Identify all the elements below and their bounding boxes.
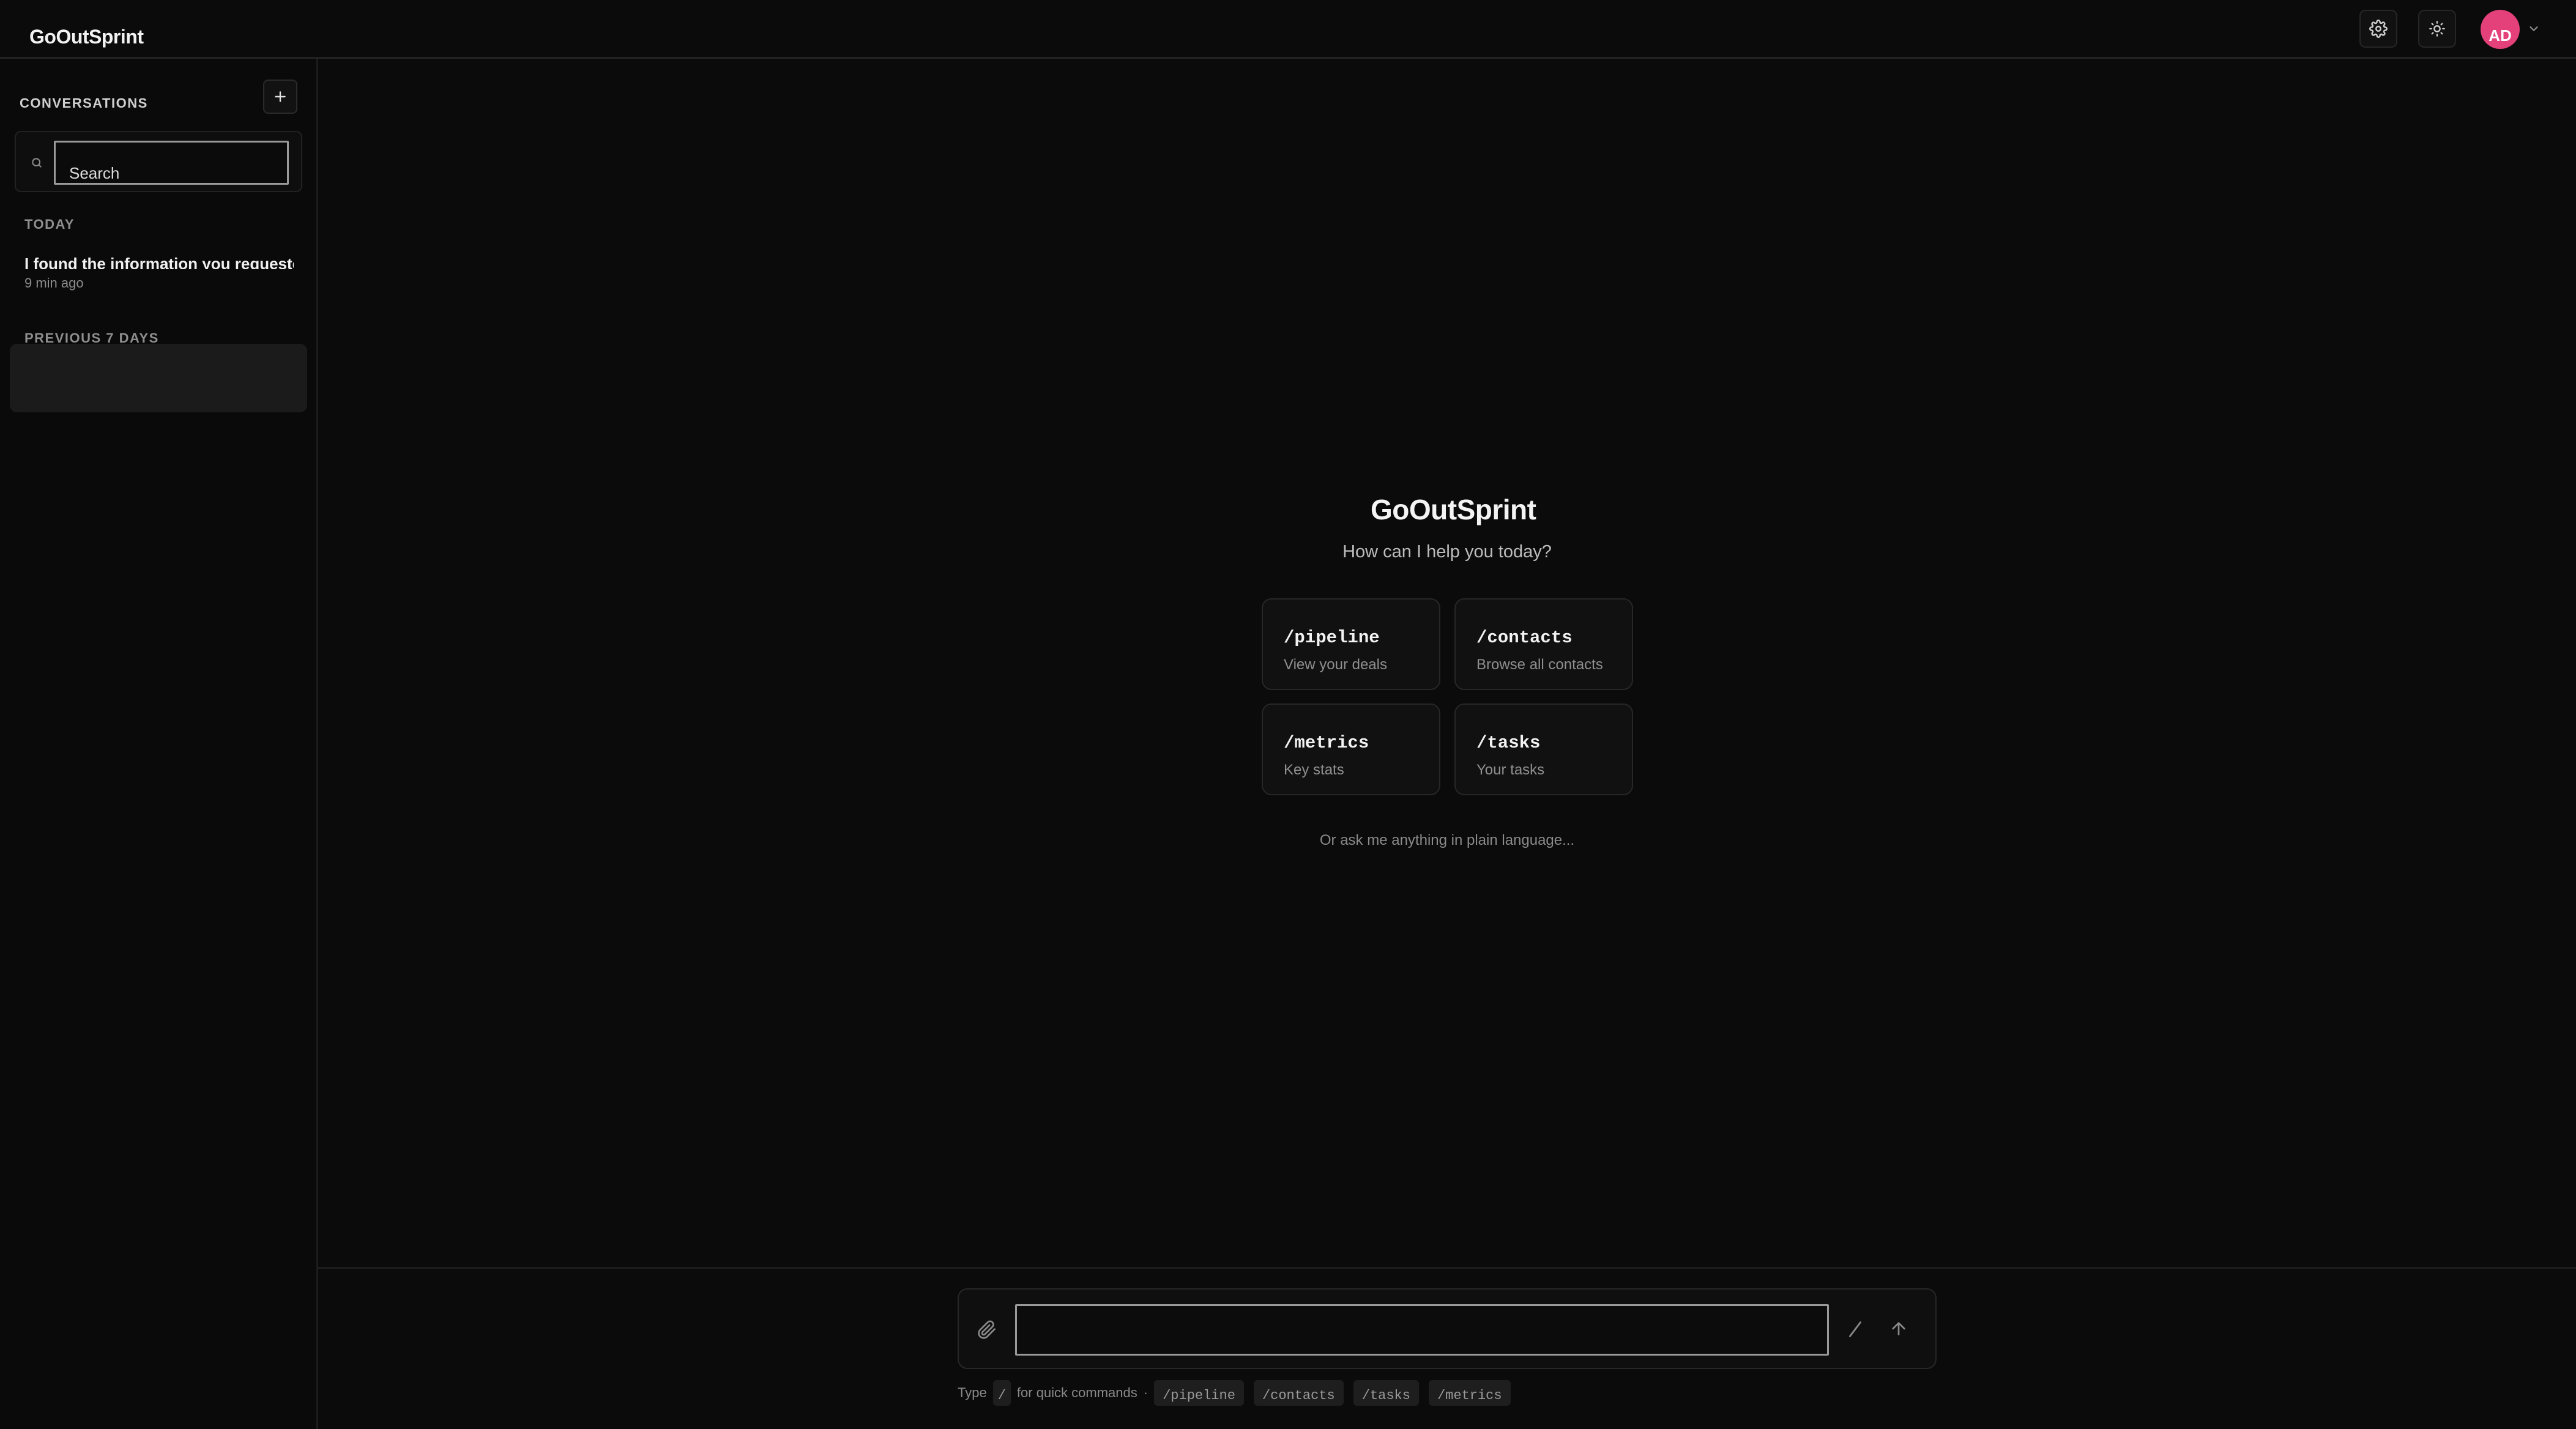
quick-suffix: for quick commands [1016, 1385, 1137, 1400]
card-description: View your deals [1284, 656, 1387, 673]
gear-icon [2369, 20, 2388, 38]
welcome-subtitle: How can I help you today? [1342, 542, 1552, 562]
quick-command-pipeline[interactable]: /pipeline [1154, 1380, 1244, 1406]
quick-command-tasks[interactable]: /tasks [1353, 1380, 1419, 1406]
message-input[interactable] [1015, 1304, 1829, 1356]
top-bar: GoOutSprint AD [0, 0, 2576, 59]
paperclip-icon[interactable] [977, 1320, 997, 1340]
slash-key-badge: / [992, 1380, 1011, 1406]
settings-button[interactable] [2359, 10, 2397, 48]
conversation-item-placeholder[interactable] [10, 344, 307, 412]
composer-divider [318, 1267, 2576, 1269]
welcome-title: GoOutSprint [1371, 494, 1536, 525]
message-composer [958, 1288, 1937, 1369]
search-box [15, 131, 302, 192]
command-card-contacts[interactable]: /contacts Browse all contacts [1454, 598, 1633, 690]
card-description: Browse all contacts [1476, 656, 1603, 673]
freeform-hint: Or ask me anything in plain language... [1319, 832, 1575, 848]
search-input[interactable] [54, 141, 289, 185]
new-conversation-button[interactable] [263, 80, 297, 114]
conversation-title: I found the information you requested [24, 254, 294, 269]
card-description: Key stats [1284, 762, 1344, 778]
chevron-down-icon[interactable] [2527, 22, 2541, 35]
card-command: /metrics [1284, 733, 1369, 753]
app-brand[interactable]: GoOutSprint [29, 26, 144, 48]
theme-toggle-button[interactable] [2418, 10, 2456, 48]
card-description: Your tasks [1476, 762, 1545, 778]
conversation-item[interactable]: I found the information you requested 9 … [24, 253, 294, 291]
conversation-time: 9 min ago [24, 275, 84, 291]
card-command: /tasks [1476, 733, 1541, 753]
command-card-pipeline[interactable]: /pipeline View your deals [1262, 598, 1440, 690]
quick-separator: · [1143, 1385, 1148, 1400]
arrow-up-icon[interactable] [1889, 1319, 1908, 1338]
conversation-sidebar: CONVERSATIONS TODAY I found the informat… [0, 59, 318, 1429]
conversations-heading: CONVERSATIONS [20, 95, 148, 111]
quick-command-metrics[interactable]: /metrics [1428, 1380, 1511, 1406]
quick-prefix: Type [958, 1385, 987, 1400]
slash-icon[interactable] [1845, 1319, 1866, 1340]
card-command: /pipeline [1284, 628, 1380, 648]
command-card-tasks[interactable]: /tasks Your tasks [1454, 703, 1633, 795]
group-label-today: TODAY [24, 217, 75, 232]
command-card-metrics[interactable]: /metrics Key stats [1262, 703, 1440, 795]
quick-commands-bar: Type / for quick commands · /pipeline /c… [958, 1378, 1511, 1408]
quick-command-contacts[interactable]: /contacts [1253, 1380, 1344, 1406]
plus-icon [275, 91, 286, 102]
user-avatar[interactable]: AD [2481, 10, 2520, 49]
search-icon [32, 158, 42, 168]
card-command: /contacts [1476, 628, 1573, 648]
sun-icon [2429, 21, 2445, 37]
